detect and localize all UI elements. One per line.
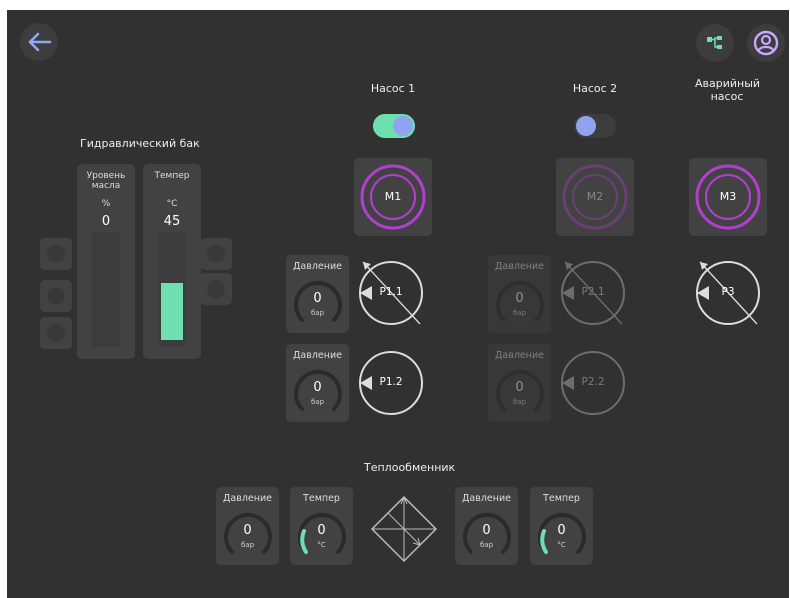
gauge-title: Давление	[495, 261, 544, 272]
oil-temp-card: Темпер °C 45	[143, 164, 201, 359]
tank-side-button-4[interactable]	[200, 238, 232, 270]
gauge-value: 0	[515, 291, 524, 306]
scada-screen: Насос 1 Насос 2 Аварийный насос Гидравли…	[7, 10, 789, 598]
gauge-value: 0	[317, 523, 326, 538]
motor-m3[interactable]: M3	[689, 158, 767, 236]
gauge-unit: °C	[317, 541, 326, 549]
hierarchy-icon	[707, 36, 722, 49]
user-circle-icon	[753, 30, 779, 56]
gauge-unit: °C	[557, 541, 566, 549]
oil-temp-value: 45	[163, 214, 181, 229]
sensor-p3[interactable]: P3	[693, 258, 763, 328]
oil-level-unit: %	[101, 199, 111, 209]
motor-label: M2	[586, 190, 604, 203]
sensor-p12[interactable]: P1.2	[356, 348, 426, 418]
motor-label: M3	[719, 190, 737, 203]
sensor-p21[interactable]: P2.1	[558, 258, 628, 328]
sensor-p22[interactable]: P2.2	[558, 348, 628, 418]
gauge-unit: бар	[512, 309, 527, 317]
arrow-left-icon	[28, 32, 52, 52]
sensor-label: P1.1	[379, 286, 403, 298]
gauge-unit: бар	[310, 398, 325, 406]
pump1-toggle[interactable]	[373, 114, 415, 138]
indicator-dot	[207, 280, 225, 298]
back-button[interactable]	[20, 23, 58, 61]
oil-level-card: Уровень масла % 0	[77, 164, 135, 359]
indicator-dot	[47, 245, 65, 263]
gauge-unit: бар	[240, 541, 255, 549]
gauge-value: 0	[557, 523, 566, 538]
heat-exchanger-title: Теплообменник	[364, 461, 456, 474]
gauge-unit: бар	[479, 541, 494, 549]
tank-title: Гидравлический бак	[80, 137, 200, 150]
toggle-knob	[393, 116, 413, 136]
gauge-unit: бар	[512, 398, 527, 406]
gauge-title: Давление	[223, 493, 272, 504]
sensor-label: P3	[721, 286, 735, 298]
oil-temp-title: Темпер	[154, 171, 190, 181]
oil-temp-bar	[158, 232, 186, 347]
tank-side-button-5[interactable]	[200, 273, 232, 305]
indicator-dot	[207, 245, 225, 263]
indicator-dot	[47, 324, 65, 342]
hx-right-pressure: Давление 0 бар	[455, 487, 518, 565]
gauge-title: Давление	[462, 493, 511, 504]
oil-level-value: 0	[101, 214, 111, 229]
motor-m1[interactable]: M1	[354, 158, 432, 236]
gauge-value: 0	[515, 380, 524, 395]
emergency-pump-title: Аварийный насос	[695, 77, 761, 103]
sensor-label: P2.2	[581, 376, 605, 388]
indicator-dot	[47, 287, 65, 305]
gauge-value: 0	[313, 380, 322, 395]
tank-side-button-2[interactable]	[40, 280, 72, 312]
hx-left-temp: Темпер 0 °C	[290, 487, 353, 565]
gauge-title: Давление	[293, 261, 342, 272]
sensor-label: P2.1	[581, 286, 605, 298]
pressure-gauge-p22: Давление 0 бар	[488, 344, 551, 422]
hx-right-temp: Темпер 0 °C	[530, 487, 593, 565]
gauge-value: 0	[482, 523, 491, 538]
pressure-gauge-p11: Давление 0 бар	[286, 255, 349, 333]
gauge-value: 0	[313, 291, 322, 306]
motor-m2[interactable]: M2	[556, 158, 634, 236]
pump1-title: Насос 1	[370, 82, 416, 95]
oil-temp-unit: °C	[166, 199, 178, 209]
oil-temp-fill	[161, 283, 183, 340]
heat-exchanger-icon	[370, 495, 438, 563]
hierarchy-button[interactable]	[696, 24, 734, 62]
pump2-toggle[interactable]	[574, 114, 616, 138]
tank-side-button-1[interactable]	[40, 238, 72, 270]
sensor-p11[interactable]: P1.1	[356, 258, 426, 328]
gauge-title: Темпер	[303, 493, 340, 504]
pressure-gauge-p12: Давление 0 бар	[286, 344, 349, 422]
oil-level-bar	[92, 232, 120, 347]
gauge-title: Давление	[495, 350, 544, 361]
gauge-unit: бар	[310, 309, 325, 317]
gauge-title: Давление	[293, 350, 342, 361]
motor-label: M1	[384, 190, 402, 203]
sensor-label: P1.2	[379, 376, 403, 388]
hx-left-pressure: Давление 0 бар	[216, 487, 279, 565]
oil-level-title: Уровень масла	[86, 171, 126, 191]
pump2-title: Насос 2	[572, 82, 618, 95]
user-button[interactable]	[747, 24, 785, 62]
gauge-value: 0	[243, 523, 252, 538]
gauge-title: Темпер	[543, 493, 580, 504]
toggle-knob	[576, 116, 596, 136]
pressure-gauge-p21: Давление 0 бар	[488, 255, 551, 333]
tank-side-button-3[interactable]	[40, 317, 72, 349]
